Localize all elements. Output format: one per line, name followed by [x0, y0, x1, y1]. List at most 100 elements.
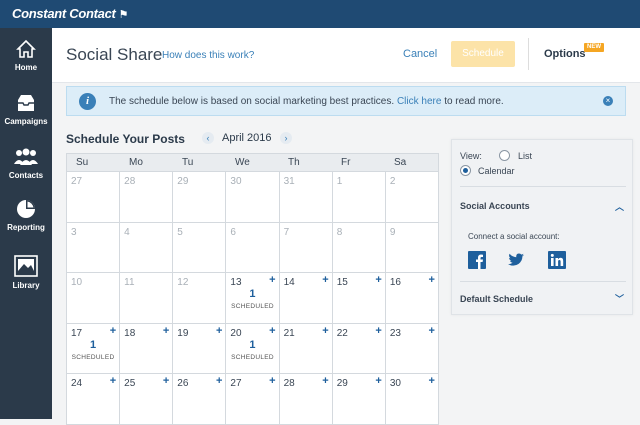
calendar-day-cell[interactable]: 19 +	[173, 323, 227, 374]
add-post-icon[interactable]: +	[429, 274, 435, 286]
how-does-this-work-link[interactable]: How does this work?	[162, 50, 254, 61]
calendar-day-cell[interactable]: 24 +	[66, 374, 121, 425]
calendar-day-cell[interactable]: 7	[279, 222, 333, 273]
add-post-icon[interactable]: +	[375, 325, 381, 337]
day-number: 12	[177, 277, 189, 288]
calendar-day-cell[interactable]: 29 +	[332, 374, 386, 425]
schedule-button[interactable]: Schedule	[451, 41, 515, 67]
calendar-day-cell[interactable]: 2	[385, 172, 439, 223]
day-number: 10	[71, 277, 83, 288]
main-content: Social Share How does this work? Cancel …	[52, 28, 640, 425]
calendar-day-cell[interactable]: 28 +	[279, 374, 333, 425]
calendar-day-cell[interactable]: 27	[66, 172, 121, 223]
day-number: 30	[389, 378, 401, 389]
calendar-day-cell[interactable]: 3	[66, 222, 121, 273]
calendar-week-row: 27 28 29 30 31 1 2	[66, 172, 439, 223]
calendar-day-cell[interactable]: 11	[120, 273, 174, 324]
day-number: 20	[230, 327, 242, 339]
add-post-icon[interactable]: +	[110, 325, 116, 337]
calendar-day-cell[interactable]: 1	[332, 172, 386, 223]
calendar-day-cell[interactable]: 16 +	[385, 273, 439, 324]
calendar-day-cell[interactable]: 26 +	[173, 374, 227, 425]
day-of-week-label: Mo	[129, 157, 143, 168]
next-month-button[interactable]: ›	[280, 132, 292, 144]
day-number: 25	[124, 378, 136, 389]
add-post-icon[interactable]: +	[322, 274, 328, 286]
calendar-day-cell[interactable]: 28	[120, 172, 174, 223]
add-post-icon[interactable]: +	[322, 325, 328, 337]
info-banner: i The schedule below is based on social …	[66, 86, 626, 116]
view-label: View:	[460, 151, 482, 161]
calendar-day-cell[interactable]: 8	[332, 222, 386, 273]
calendar-day-cell[interactable]: 17 +1 SCHEDULED	[66, 323, 121, 374]
add-post-icon[interactable]: +	[375, 375, 381, 387]
calendar-day-cell[interactable]: 30 +	[385, 374, 439, 425]
calendar-day-cell[interactable]: 27 +	[226, 374, 280, 425]
day-number: 31	[283, 176, 295, 187]
add-post-icon[interactable]: +	[429, 325, 435, 337]
calendar-view-radio[interactable]	[460, 165, 471, 176]
social-accounts-heading[interactable]: Social Accounts	[460, 201, 530, 211]
calendar-day-cell[interactable]: 23 +	[385, 323, 439, 374]
calendar-day-cell[interactable]: 25 +	[120, 374, 174, 425]
sidebar-item-label: Contacts	[8, 171, 44, 180]
calendar-day-cell[interactable]: 29	[173, 172, 227, 223]
sidebar-item-reporting[interactable]: Reporting	[0, 198, 52, 232]
day-number: 23	[389, 327, 401, 339]
add-post-icon[interactable]: +	[216, 375, 222, 387]
day-number: 5	[177, 226, 183, 238]
left-sidebar: Home Campaigns Contacts Reporting Librar…	[0, 28, 52, 419]
sidebar-item-home[interactable]: Home	[0, 38, 52, 72]
banner-text-after: to read more.	[444, 96, 504, 107]
calendar-day-cell[interactable]: 12	[173, 273, 227, 324]
add-post-icon[interactable]: +	[163, 325, 169, 337]
chevron-down-icon[interactable]: ﹀	[615, 292, 624, 305]
banner-text-before: The schedule below is based on social ma…	[109, 96, 395, 107]
scheduled-count[interactable]: 1	[226, 288, 278, 300]
close-banner-icon[interactable]: ×	[603, 96, 613, 106]
add-post-icon[interactable]: +	[163, 375, 169, 387]
add-post-icon[interactable]: +	[375, 274, 381, 286]
calendar-day-cell[interactable]: 14 +	[279, 273, 333, 324]
sidebar-item-contacts[interactable]: Contacts	[0, 146, 52, 180]
day-number: 3	[71, 226, 77, 238]
chevron-up-icon[interactable]: ︿	[615, 200, 624, 213]
day-number: 30	[230, 176, 242, 187]
add-post-icon[interactable]: +	[269, 274, 275, 286]
brand-logo[interactable]: Constant Contact ⚑	[12, 6, 128, 21]
linkedin-icon[interactable]	[548, 251, 566, 269]
default-schedule-heading[interactable]: Default Schedule	[460, 294, 533, 304]
calendar-day-cell[interactable]: 13 +1 SCHEDULED	[226, 273, 280, 324]
options-button[interactable]: Options	[544, 48, 586, 60]
add-post-icon[interactable]: +	[269, 325, 275, 337]
calendar-day-cell[interactable]: 10	[66, 273, 121, 324]
day-number: 22	[336, 327, 348, 339]
calendar-day-cell[interactable]: 6	[226, 222, 280, 273]
add-post-icon[interactable]: +	[269, 375, 275, 387]
calendar-day-cell[interactable]: 5	[173, 222, 227, 273]
calendar-day-cell[interactable]: 31	[279, 172, 333, 223]
list-view-radio[interactable]	[499, 150, 510, 161]
calendar-day-cell[interactable]: 20 +1 SCHEDULED	[226, 323, 280, 374]
calendar-day-cell[interactable]: 15 +	[332, 273, 386, 324]
facebook-icon[interactable]	[468, 251, 486, 269]
calendar-day-cell[interactable]: 22 +	[332, 323, 386, 374]
add-post-icon[interactable]: +	[110, 375, 116, 387]
scheduled-count[interactable]: 1	[226, 339, 278, 351]
calendar-day-cell[interactable]: 4	[120, 222, 174, 273]
day-number: 19	[177, 327, 189, 339]
calendar-day-cell[interactable]: 30	[226, 172, 280, 223]
calendar-day-cell[interactable]: 9	[385, 222, 439, 273]
prev-month-button[interactable]: ‹	[202, 132, 214, 144]
cancel-button[interactable]: Cancel	[403, 48, 437, 60]
add-post-icon[interactable]: +	[322, 375, 328, 387]
banner-click-here-link[interactable]: Click here	[397, 96, 441, 107]
add-post-icon[interactable]: +	[216, 325, 222, 337]
twitter-icon[interactable]	[507, 251, 525, 269]
scheduled-count[interactable]: 1	[67, 339, 119, 351]
calendar-day-cell[interactable]: 18 +	[120, 323, 174, 374]
sidebar-item-campaigns[interactable]: Campaigns	[0, 92, 52, 126]
add-post-icon[interactable]: +	[429, 375, 435, 387]
sidebar-item-library[interactable]: Library	[0, 254, 52, 290]
calendar-day-cell[interactable]: 21 +	[279, 323, 333, 374]
